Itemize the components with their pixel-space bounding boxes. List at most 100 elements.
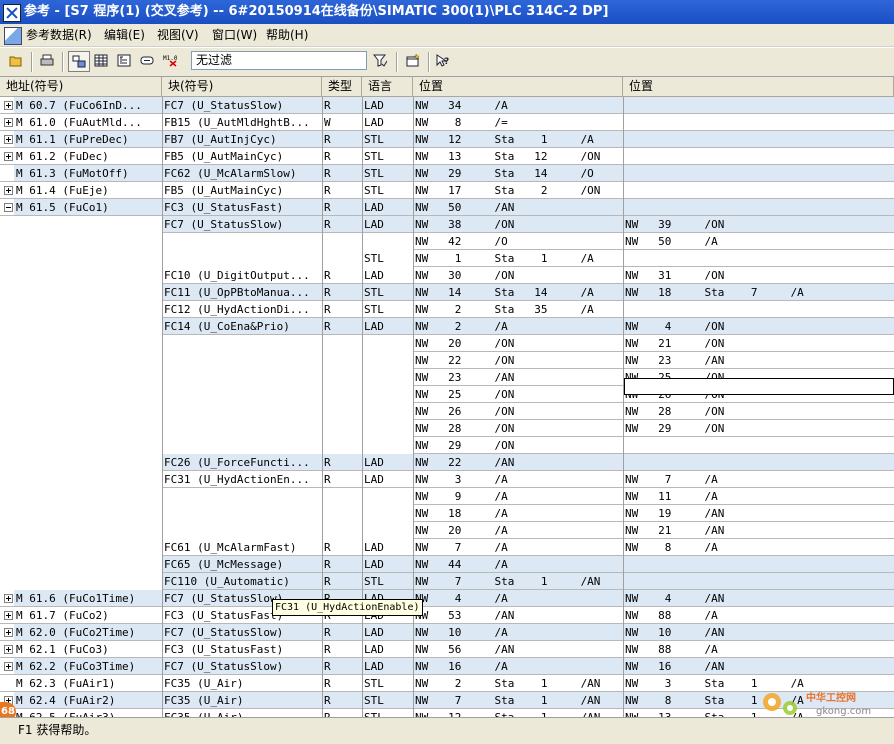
window-title: 参考 - [S7 程序(1) (交叉参考) -- 6#20150914在线备份\… xyxy=(24,4,609,19)
print-button[interactable] xyxy=(37,51,59,72)
expand-icon[interactable] xyxy=(4,186,13,195)
location-cell: NW 1 Sta 1 /A xyxy=(415,252,594,265)
block-cell: FC35 (U_Air) xyxy=(162,709,322,717)
location-2-cell: NW 10 /AN xyxy=(623,624,894,641)
filter-icon xyxy=(373,54,387,67)
location-cell: NW 4 /A xyxy=(413,590,623,607)
open-button[interactable] xyxy=(6,51,28,72)
address-cell xyxy=(14,437,162,454)
location-cell: NW 50 /AN xyxy=(413,199,623,216)
document-icon[interactable] xyxy=(4,27,22,45)
program-structure-button[interactable] xyxy=(114,51,136,72)
expand-icon[interactable] xyxy=(4,135,13,144)
expand-icon[interactable] xyxy=(4,662,13,671)
block-cell xyxy=(162,403,322,420)
block-cell: FC31 (U_HydActionEn... xyxy=(164,473,310,486)
address-cell: M 62.4 (FuAir2) xyxy=(14,692,162,709)
toolbar-separator xyxy=(62,52,64,72)
column-header-location-2[interactable]: 位置 xyxy=(623,77,894,96)
location-cell: NW 42 /O xyxy=(415,235,508,248)
type-cell: R xyxy=(324,643,331,656)
language-cell: LAD xyxy=(362,318,413,335)
language-cell xyxy=(362,403,413,420)
column-header-block[interactable]: 块(符号) xyxy=(162,77,322,96)
cell-edit-box[interactable] xyxy=(624,378,894,395)
assignment-button[interactable] xyxy=(91,51,113,72)
block-cell xyxy=(162,250,322,267)
expand-icon[interactable] xyxy=(4,152,13,161)
status-text: F1 获得帮助。 xyxy=(18,723,97,737)
cross-reference-button[interactable] xyxy=(68,51,90,72)
language-cell: LAD xyxy=(364,116,384,129)
location-cell: NW 56 /AN xyxy=(415,643,515,656)
expand-icon[interactable] xyxy=(4,611,13,620)
addresses-without-symbol-button[interactable]: M1.0 xyxy=(160,51,182,72)
address-cell xyxy=(14,505,162,522)
language-cell: STL xyxy=(362,692,413,709)
column-divider xyxy=(322,97,323,717)
menu-reference-data[interactable]: 参考数据(R) xyxy=(26,24,92,46)
address-cell: M 61.7 (FuCo2) xyxy=(16,609,109,622)
location-2-cell: NW 50 /A xyxy=(625,235,718,248)
menu-window[interactable]: 窗口(W) xyxy=(212,24,257,46)
location-cell: NW 28 /ON xyxy=(415,422,515,435)
location-2-cell: NW 29 /ON xyxy=(625,422,725,435)
expand-icon[interactable] xyxy=(4,628,13,637)
location-cell: NW 38 /ON xyxy=(413,216,623,233)
block-cell xyxy=(162,522,322,539)
block-cell: FB7 (U_AutInjCyc) xyxy=(162,131,322,148)
address-cell xyxy=(14,301,162,318)
filter-dropdown[interactable]: 无过滤 xyxy=(191,51,367,70)
cross-reference-table[interactable]: 地址(符号) 块(符号) 类型 语言 位置 位置 M 60.7 (FuCo6In… xyxy=(0,77,894,717)
language-cell: LAD xyxy=(362,658,413,675)
location-cell: NW 29 /ON xyxy=(415,439,515,452)
type-cell xyxy=(322,335,362,352)
location-2-cell xyxy=(623,131,894,148)
language-cell: STL xyxy=(362,165,413,182)
type-cell xyxy=(322,403,362,420)
new-window-button[interactable] xyxy=(403,51,425,72)
menu-edit[interactable]: 编辑(E) xyxy=(104,24,145,46)
location-2-cell: NW 39 /ON xyxy=(623,216,894,233)
block-cell: FC7 (U_StatusSlow) xyxy=(162,97,322,114)
type-cell: R xyxy=(324,184,331,197)
block-cell: FC3 (U_StatusFast) xyxy=(162,199,322,216)
location-cell: NW 17 Sta 2 /ON xyxy=(415,184,601,197)
filter-button[interactable] xyxy=(370,51,392,72)
address-cell xyxy=(14,369,162,386)
language-cell: STL xyxy=(364,252,384,265)
app-icon xyxy=(3,4,21,22)
language-cell: LAD xyxy=(362,454,413,471)
language-cell: LAD xyxy=(364,541,384,554)
location-2-cell xyxy=(623,250,894,267)
address-cell xyxy=(14,573,162,590)
language-cell: LAD xyxy=(364,269,384,282)
expand-icon[interactable] xyxy=(4,101,13,110)
expand-icon[interactable] xyxy=(4,645,13,654)
address-cell xyxy=(14,471,162,488)
unused-symbols-button[interactable] xyxy=(137,51,159,72)
block-cell: FB15 (U_AutMldHghtB... xyxy=(164,116,310,129)
context-help-button[interactable]: ? xyxy=(433,51,455,72)
type-cell: R xyxy=(324,677,331,690)
column-header-address[interactable]: 地址(符号) xyxy=(0,77,162,96)
address-cell xyxy=(14,420,162,437)
language-cell: STL xyxy=(364,677,384,690)
block-cell: FC10 (U_DigitOutput... xyxy=(164,269,310,282)
collapse-icon[interactable] xyxy=(4,203,13,212)
menu-help[interactable]: 帮助(H) xyxy=(266,24,308,46)
column-header-language[interactable]: 语言 xyxy=(362,77,413,96)
location-2-cell: NW 11 /A xyxy=(625,490,718,503)
address-cell: M 62.5 (FuAir3) xyxy=(14,709,162,717)
column-header-location[interactable]: 位置 xyxy=(413,77,623,96)
toolbar: M1.0 无过滤 ? xyxy=(0,47,894,77)
language-cell: STL xyxy=(364,184,384,197)
menu-view[interactable]: 视图(V) xyxy=(157,24,199,46)
type-cell: R xyxy=(322,199,362,216)
location-cell: NW 2 Sta 1 /AN xyxy=(415,677,601,690)
column-divider xyxy=(162,97,163,717)
expand-icon[interactable] xyxy=(4,594,13,603)
expand-icon[interactable] xyxy=(4,118,13,127)
location-cell: NW 30 /ON xyxy=(415,269,515,282)
column-header-type[interactable]: 类型 xyxy=(322,77,362,96)
